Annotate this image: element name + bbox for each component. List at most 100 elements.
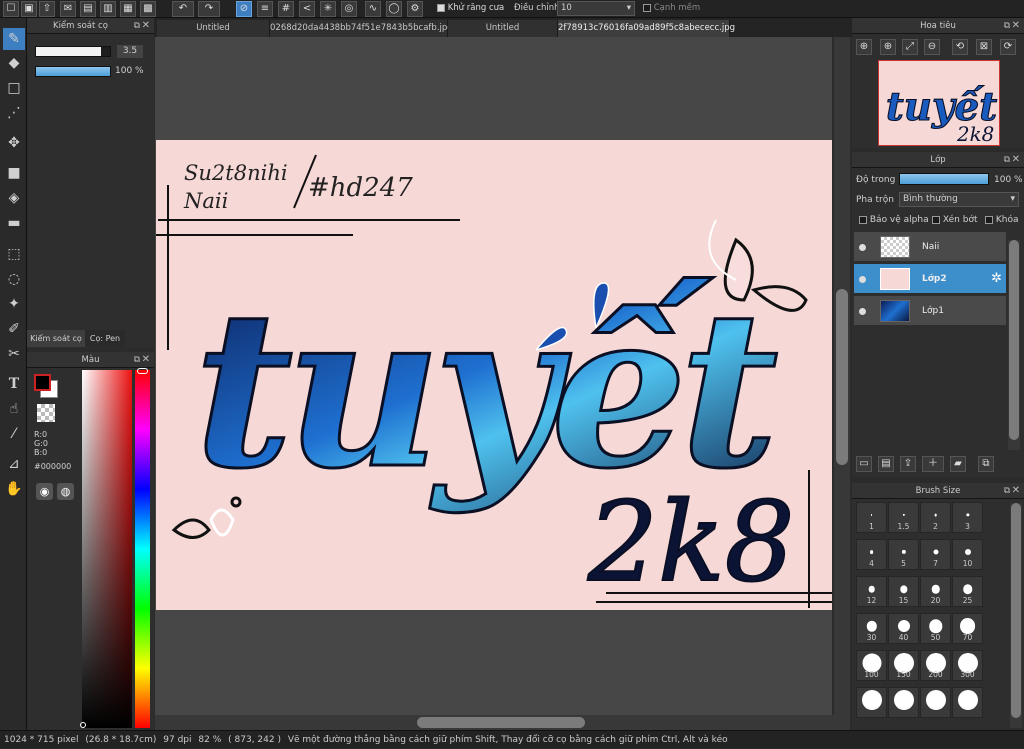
layer-row[interactable]: Lớp1 — [854, 296, 1006, 326]
float-icon[interactable]: ⧉ — [1004, 18, 1010, 34]
brush-size-cell[interactable]: 7 — [920, 539, 951, 570]
brush-size-cell[interactable] — [952, 687, 983, 718]
brush-size-scroll-thumb[interactable] — [1011, 503, 1021, 718]
brush-size-slider[interactable] — [35, 46, 111, 57]
new-file-icon[interactable]: ☐ — [3, 1, 19, 17]
divide-tool-icon[interactable]: ⁄ — [3, 423, 25, 445]
eye-icon[interactable] — [859, 244, 866, 251]
layer-scroll-thumb[interactable] — [1009, 240, 1019, 440]
brush-size-cell[interactable]: 150 — [888, 650, 919, 681]
brush-size-cell[interactable]: 25 — [952, 576, 983, 607]
eye-icon[interactable] — [859, 308, 866, 315]
layer-opacity-slider[interactable] — [899, 173, 989, 185]
close-icon[interactable]: ✕ — [142, 352, 150, 368]
brush-size-cell[interactable]: 15 — [888, 576, 919, 607]
layer-export-icon[interactable]: ⇪ — [900, 456, 916, 472]
select-pen-tool-icon[interactable]: ✐ — [3, 318, 25, 340]
tab-untitled-2[interactable]: Untitled — [448, 20, 558, 37]
undo-icon[interactable]: ↶ — [172, 1, 194, 17]
chat-icon[interactable]: ✉ — [60, 1, 76, 17]
brush-size-cell[interactable]: 1.5 — [888, 502, 919, 533]
tab-image-1[interactable]: 0268d20da4438bb74f51e7843b5bcafb.jpg — [270, 20, 453, 37]
brush-size-cell[interactable]: 10 — [952, 539, 983, 570]
snap-settings-icon[interactable]: ⚙ — [407, 1, 423, 17]
rectangle-tool-icon[interactable]: □ — [3, 77, 25, 99]
folder-icon[interactable]: ▰ — [950, 456, 966, 472]
layer-row[interactable]: Lớp2 ✲ — [854, 264, 1006, 294]
brush-size-cell[interactable] — [856, 687, 887, 718]
rotate-right-icon[interactable]: ⟳ — [1000, 39, 1016, 55]
hue-cursor[interactable] — [137, 368, 148, 374]
reset-icon[interactable]: ⊠ — [976, 39, 992, 55]
protect-alpha-checkbox[interactable]: Bảo vệ alpha — [859, 215, 929, 225]
brush-size-cell[interactable]: 2 — [920, 502, 951, 533]
brush-size-cell[interactable]: 5 — [888, 539, 919, 570]
zoom-in-icon[interactable]: ⊕ — [856, 39, 872, 55]
brush-size-cell[interactable]: 12 — [856, 576, 887, 607]
document-icon[interactable]: ▥ — [100, 1, 116, 17]
magic-wand-tool-icon[interactable]: ✦ — [3, 293, 25, 315]
float-icon[interactable]: ⧉ — [1004, 152, 1010, 168]
close-icon[interactable]: ✕ — [142, 18, 150, 34]
brush-opacity-slider[interactable] — [35, 66, 111, 77]
vertical-scroll-thumb[interactable] — [836, 289, 848, 465]
antialias-checkbox[interactable]: Khử răng cưa — [437, 3, 504, 13]
layer-scrollbar[interactable] — [1008, 240, 1020, 450]
fit-icon[interactable]: ⤢ — [902, 39, 918, 55]
zoom-out-icon[interactable]: ⊖ — [924, 39, 940, 55]
tab-image-2[interactable]: 2f78913c76016fa09ad89f5c8abececc.jpg — [558, 20, 735, 37]
float-icon[interactable]: ⧉ — [134, 352, 140, 368]
brush-size-cell[interactable]: 300 — [952, 650, 983, 681]
redo-icon[interactable]: ↷ — [198, 1, 220, 17]
transparent-swatch[interactable] — [37, 404, 55, 422]
float-icon[interactable]: ⧉ — [1004, 483, 1010, 499]
rect-select-tool-icon[interactable]: ⬚ — [3, 243, 25, 265]
brush-size-cell[interactable]: 70 — [952, 613, 983, 644]
adjust-select[interactable]: 10 ▾ — [557, 1, 635, 16]
duplicate-layer-icon[interactable]: ⧉ — [978, 456, 994, 472]
grid-menu-icon[interactable]: ▩ — [140, 1, 156, 17]
eraser-tool-icon[interactable]: ◆ — [3, 52, 25, 74]
select-eraser-tool-icon[interactable]: ✂ — [3, 343, 25, 365]
add-layer-icon[interactable]: ＋ — [922, 456, 944, 472]
brush-size-cell[interactable]: 20 — [920, 576, 951, 607]
brush-size-cell[interactable]: 30 — [856, 613, 887, 644]
blend-mode-select[interactable]: Bình thường ▾ — [899, 192, 1019, 207]
snap-radial-icon[interactable]: ✳ — [320, 1, 336, 17]
lock-checkbox[interactable]: Khóa — [985, 215, 1019, 225]
tab-brush-control[interactable]: Kiểm soát cọ — [27, 330, 85, 347]
saturation-value-picker[interactable] — [82, 370, 132, 728]
palette-add-icon[interactable]: ◍ — [57, 483, 74, 500]
close-icon[interactable]: ✕ — [1012, 483, 1020, 499]
eye-icon[interactable] — [859, 276, 866, 283]
dot-tool-icon[interactable]: ⋰ — [3, 102, 25, 124]
brush-size-cell[interactable]: 4 — [856, 539, 887, 570]
vertical-scrollbar[interactable] — [834, 37, 850, 715]
gear-icon[interactable]: ✲ — [991, 271, 1002, 286]
new-layer-2-icon[interactable]: ▤ — [878, 456, 894, 472]
brush-tool-icon[interactable]: ✎ — [3, 28, 25, 50]
text-tool-icon[interactable]: T — [3, 373, 25, 395]
brush-size-cell[interactable]: 3 — [952, 502, 983, 533]
palette-icon[interactable]: ◉ — [36, 483, 53, 500]
horizontal-scroll-thumb[interactable] — [417, 717, 585, 728]
horizontal-scrollbar[interactable] — [155, 715, 850, 730]
brush-size-cell[interactable]: 50 — [920, 613, 951, 644]
foreground-color-swatch[interactable] — [34, 374, 51, 391]
new-layer-icon[interactable]: ▭ — [856, 456, 872, 472]
snap-grid-icon[interactable]: # — [278, 1, 294, 17]
clipping-checkbox[interactable]: Xén bớt — [932, 215, 978, 225]
brush-size-cell[interactable] — [888, 687, 919, 718]
export-icon[interactable]: ⇧ — [39, 1, 55, 17]
zoom-in-2-icon[interactable]: ⊕ — [880, 39, 896, 55]
brush-size-cell[interactable]: 1 — [856, 502, 887, 533]
artboard[interactable]: Su2t8nihi Naii #hd247 tuyết 2k8 — [156, 140, 832, 610]
navigator-preview[interactable]: tuyết 2k8 — [878, 60, 1000, 146]
layer-row[interactable]: Naii — [854, 232, 1006, 262]
snap-perspective-icon[interactable]: < — [299, 1, 315, 17]
snap-ellipse-icon[interactable]: ◯ — [386, 1, 402, 17]
move-tool-icon[interactable]: ✥ — [3, 132, 25, 154]
bucket-tool-icon[interactable]: ◈ — [3, 187, 25, 209]
snap-parallel-icon[interactable]: ≡ — [257, 1, 273, 17]
close-icon[interactable]: ✕ — [1012, 152, 1020, 168]
